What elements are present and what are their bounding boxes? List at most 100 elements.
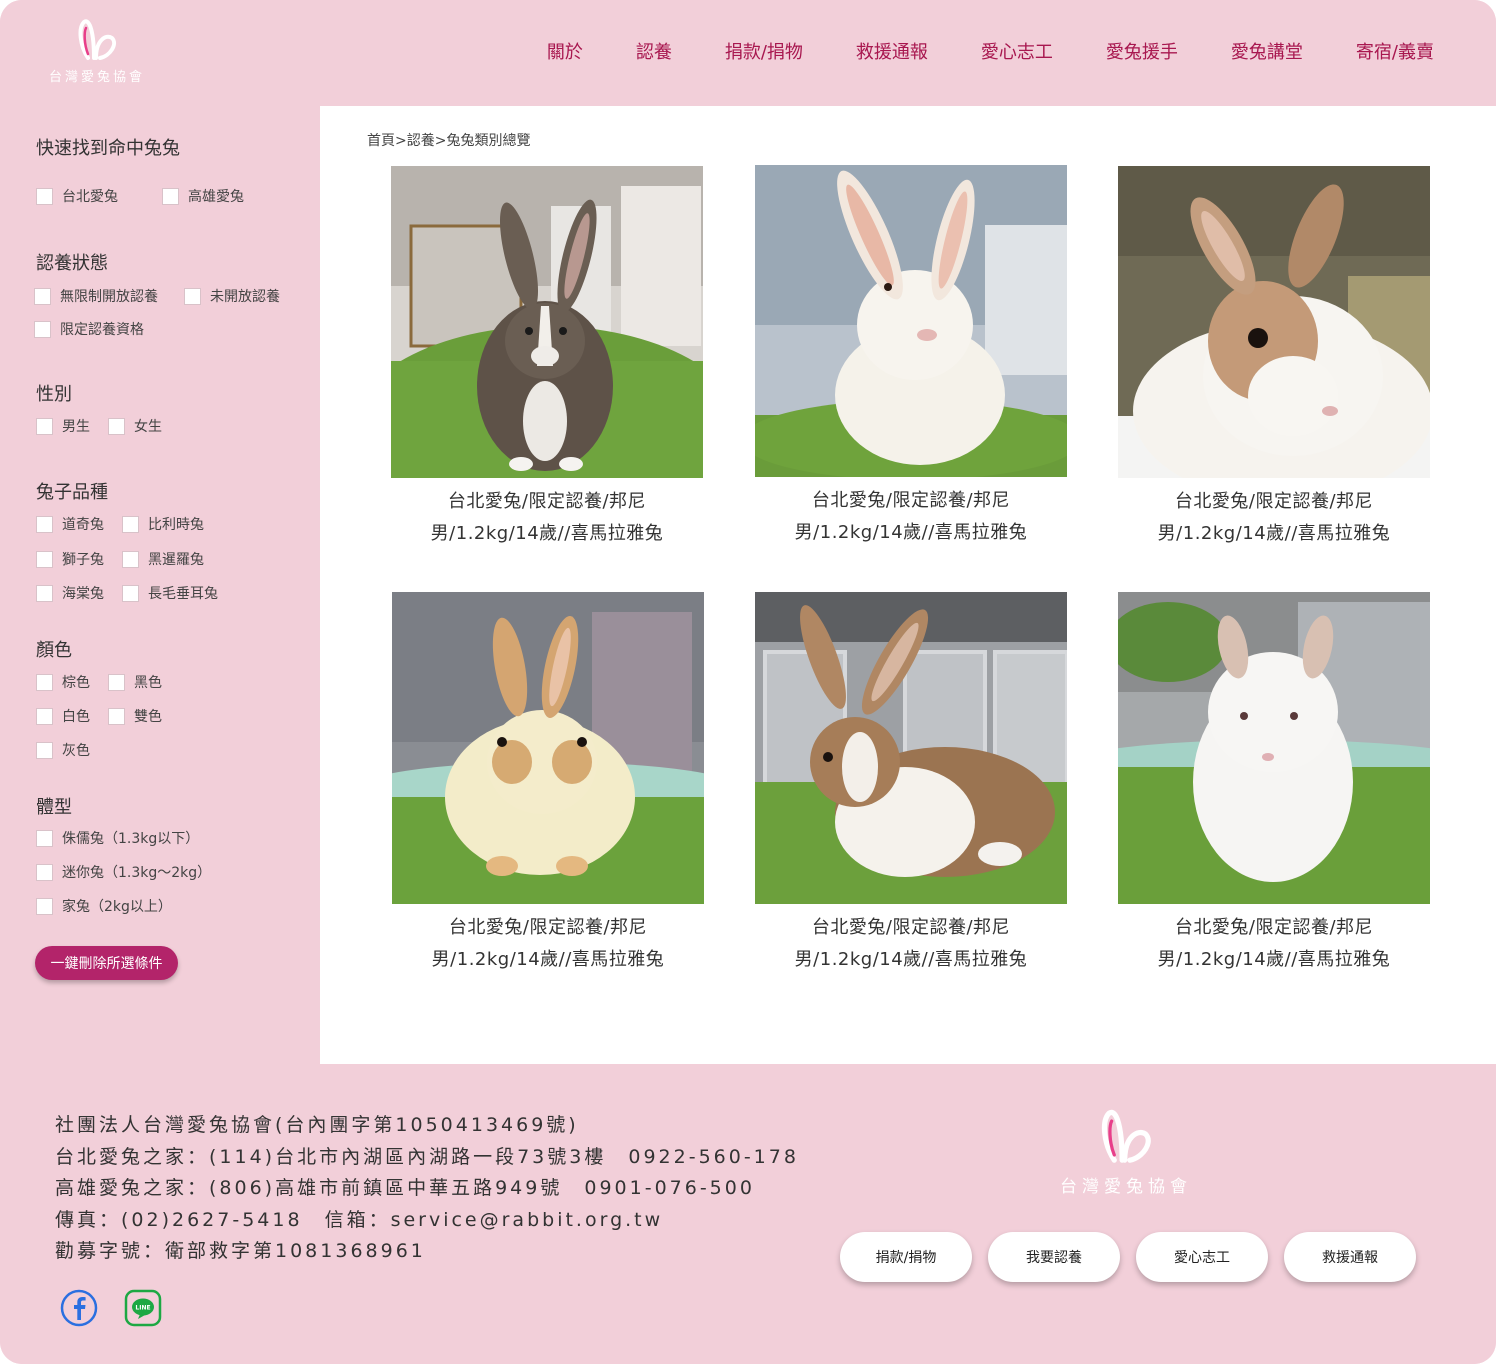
checkbox-box[interactable]: [36, 741, 53, 759]
checkbox-box[interactable]: [122, 515, 139, 533]
filter-row: 棕色 黑色: [36, 672, 180, 692]
checkbox-belgian[interactable]: 比利時兔: [122, 514, 204, 534]
checkbox-box[interactable]: [34, 320, 51, 338]
checkbox-box[interactable]: [36, 897, 53, 915]
checkbox-box[interactable]: [36, 417, 53, 435]
nav-item-rabbit-helper[interactable]: 愛兔援手: [1106, 38, 1178, 64]
nav-item-about[interactable]: 關於: [547, 38, 583, 64]
checkbox-box[interactable]: [36, 673, 53, 691]
card-line-2: 男/1.2kg/14歲//喜馬拉雅兔: [430, 523, 664, 544]
svg-text:LINE: LINE: [135, 1305, 150, 1312]
checkbox-mini[interactable]: 迷你兔（1.3kg～2kg）: [36, 862, 211, 882]
filter-title-gender: 性別: [36, 384, 72, 405]
checkbox-box[interactable]: [184, 287, 201, 305]
filter-row: 獅子兔 黑暹羅兔: [36, 549, 222, 569]
rabbit-card[interactable]: 台北愛兔/限定認養/邦尼 男/1.2kg/14歲//喜馬拉雅兔: [1118, 592, 1430, 976]
nav-item-boarding-sale[interactable]: 寄宿/義賣: [1356, 38, 1434, 64]
checkbox-label: 黑暹羅兔: [148, 552, 204, 568]
checkbox-restricted-adoption[interactable]: 限定認養資格: [34, 319, 144, 339]
footer-donate-button[interactable]: 捐款/捐物: [840, 1232, 972, 1282]
site-logo[interactable]: 台灣愛兔協會: [38, 18, 156, 90]
checkbox-dutch[interactable]: 道奇兔: [36, 514, 104, 534]
footer-logo: 台灣愛兔協會: [1046, 1108, 1206, 1197]
checkbox-two-tone[interactable]: 雙色: [108, 706, 162, 726]
nav-item-donate[interactable]: 捐款/捐物: [725, 38, 803, 64]
footer-volunteer-button[interactable]: 愛心志工: [1136, 1232, 1268, 1282]
rabbit-card[interactable]: 台北愛兔/限定認養/邦尼 男/1.2kg/14歲//喜馬拉雅兔: [391, 166, 703, 550]
checkbox-box[interactable]: [122, 584, 139, 602]
card-line-1: 台北愛兔/限定認養/邦尼: [448, 917, 648, 938]
main-nav: 關於 認養 捐款/捐物 救援通報 愛心志工 愛兔援手 愛兔講堂 寄宿/義賣: [547, 38, 1434, 64]
nav-item-volunteer[interactable]: 愛心志工: [981, 38, 1053, 64]
filter-row: 男生 女生: [36, 416, 180, 436]
breadcrumb[interactable]: 首頁>認養>兔兔類別總覽: [367, 130, 530, 150]
checkbox-closed-adoption[interactable]: 未開放認養: [184, 286, 280, 306]
checkbox-box[interactable]: [108, 673, 125, 691]
checkbox-brown[interactable]: 棕色: [36, 672, 90, 692]
checkbox-label: 無限制開放認養: [60, 289, 158, 305]
checkbox-grey[interactable]: 灰色: [36, 740, 90, 760]
filter-row: 侏儒兔（1.3kg以下）: [36, 828, 217, 848]
checkbox-male[interactable]: 男生: [36, 416, 90, 436]
checkbox-box[interactable]: [34, 287, 51, 305]
card-caption: 台北愛兔/限定認養/邦尼 男/1.2kg/14歲//喜馬拉雅兔: [391, 486, 703, 550]
checkbox-label: 女生: [134, 419, 162, 435]
line-icon[interactable]: LINE: [124, 1289, 162, 1331]
checkbox-white[interactable]: 白色: [36, 706, 90, 726]
checkbox-longhair-lop[interactable]: 長毛垂耳兔: [122, 583, 218, 603]
checkbox-label: 灰色: [62, 743, 90, 759]
filter-row: 白色 雙色: [36, 706, 180, 726]
checkbox-box[interactable]: [108, 707, 125, 725]
filter-row: 無限制開放認養 未開放認養: [34, 286, 298, 306]
footer-org-name: 社團法人台灣愛兔協會(台內團字第1050413469號): [55, 1114, 579, 1136]
footer-rescue-button[interactable]: 救援通報: [1284, 1232, 1416, 1282]
checkbox-box[interactable]: [36, 584, 53, 602]
rabbit-card[interactable]: 台北愛兔/限定認養/邦尼 男/1.2kg/14歲//喜馬拉雅兔: [1118, 166, 1430, 550]
checkbox-box[interactable]: [36, 550, 53, 568]
nav-item-rescue-report[interactable]: 救援通報: [856, 38, 928, 64]
card-line-1: 台北愛兔/限定認養/邦尼: [1174, 917, 1374, 938]
filter-row: 台北愛兔 高雄愛兔: [36, 186, 262, 206]
rabbit-card[interactable]: 台北愛兔/限定認養/邦尼 男/1.2kg/14歲//喜馬拉雅兔: [392, 592, 704, 976]
filter-row: 灰色: [36, 740, 108, 760]
filter-title-size: 體型: [36, 797, 72, 818]
checkbox-lionhead[interactable]: 獅子兔: [36, 549, 104, 569]
page-frame: 台灣愛兔協會 關於 認養 捐款/捐物 救援通報 愛心志工 愛兔援手 愛兔講堂 寄…: [0, 0, 1496, 1364]
checkbox-label: 比利時兔: [148, 517, 204, 533]
checkbox-dwarf[interactable]: 侏儒兔（1.3kg以下）: [36, 828, 199, 848]
card-line-2: 男/1.2kg/14歲//喜馬拉雅兔: [431, 949, 665, 970]
rabbit-card[interactable]: 台北愛兔/限定認養/邦尼 男/1.2kg/14歲//喜馬拉雅兔: [755, 165, 1067, 549]
checkbox-box[interactable]: [36, 515, 53, 533]
checkbox-box[interactable]: [36, 863, 53, 881]
checkbox-box[interactable]: [122, 550, 139, 568]
card-caption: 台北愛兔/限定認養/邦尼 男/1.2kg/14歲//喜馬拉雅兔: [1118, 486, 1430, 550]
footer-adopt-button[interactable]: 我要認養: [988, 1232, 1120, 1282]
checkbox-box[interactable]: [36, 829, 53, 847]
checkbox-standard[interactable]: 家兔（2kg以上）: [36, 896, 172, 916]
footer-taipei-address: 台北愛兔之家：(114)台北市內湖區內湖路一段73號3樓 0922-560-17…: [55, 1145, 799, 1168]
checkbox-black-siamese[interactable]: 黑暹羅兔: [122, 549, 204, 569]
facebook-icon[interactable]: [60, 1289, 98, 1331]
checkbox-taipei[interactable]: 台北愛兔: [36, 186, 118, 206]
checkbox-box[interactable]: [36, 707, 53, 725]
checkbox-label: 白色: [62, 709, 90, 725]
checkbox-label: 長毛垂耳兔: [148, 586, 218, 602]
checkbox-label: 棕色: [62, 675, 90, 691]
checkbox-label: 高雄愛兔: [188, 189, 244, 205]
clear-filters-button[interactable]: 一鍵刪除所選條件: [35, 946, 178, 980]
checkbox-open-adoption[interactable]: 無限制開放認養: [34, 286, 158, 306]
checkbox-box[interactable]: [36, 187, 53, 205]
nav-item-adopt[interactable]: 認養: [636, 38, 672, 64]
nav-item-lecture[interactable]: 愛兔講堂: [1231, 38, 1303, 64]
rabbit-card[interactable]: 台北愛兔/限定認養/邦尼 男/1.2kg/14歲//喜馬拉雅兔: [755, 592, 1067, 976]
checkbox-female[interactable]: 女生: [108, 416, 162, 436]
checkbox-box[interactable]: [162, 187, 179, 205]
checkbox-kaohsiung[interactable]: 高雄愛兔: [162, 186, 244, 206]
checkbox-label: 未開放認養: [210, 289, 280, 305]
checkbox-box[interactable]: [108, 417, 125, 435]
white-rabbit-photo: [755, 165, 1067, 477]
checkbox-label: 雙色: [134, 709, 162, 725]
checkbox-hotot[interactable]: 海棠兔: [36, 583, 104, 603]
checkbox-black[interactable]: 黑色: [108, 672, 162, 692]
rabbit-ears-icon: [78, 19, 117, 60]
